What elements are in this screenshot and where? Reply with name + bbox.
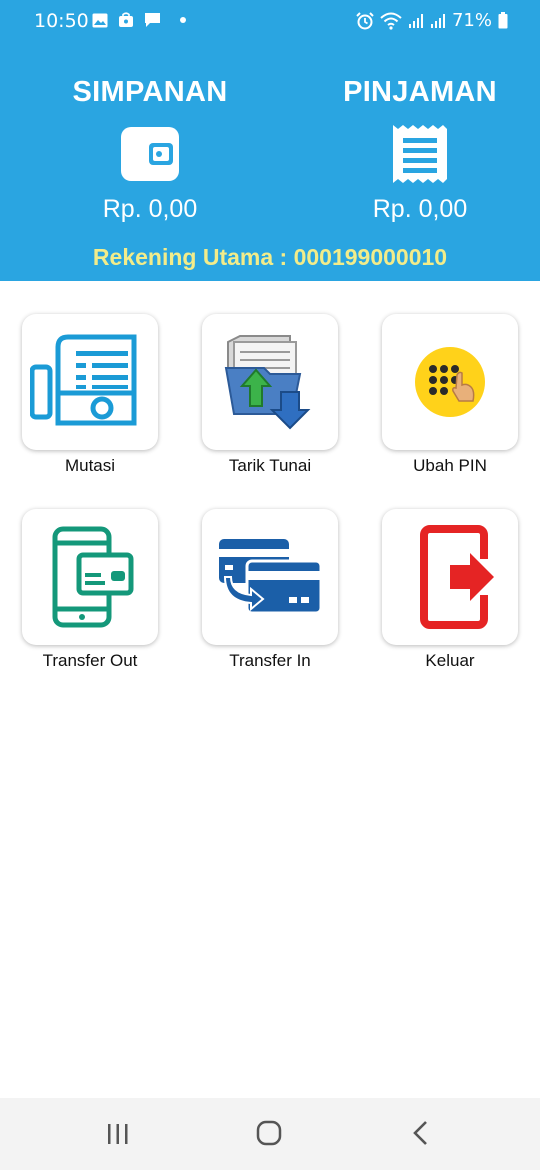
pinjaman-amount: Rp. 0,00	[372, 195, 468, 223]
ubah-pin-label: Ubah PIN	[413, 456, 487, 475]
mutasi-button[interactable]	[22, 314, 158, 450]
ubah-pin-button[interactable]	[382, 314, 518, 450]
transfer-out-label: Transfer Out	[42, 651, 138, 670]
keluar-label: Keluar	[425, 651, 475, 670]
rekening-utama: Rekening Utama : 000199000010	[92, 244, 448, 270]
dot-icon	[180, 17, 186, 23]
tarik-tunai-label: Tarik Tunai	[228, 456, 312, 475]
transfer-out-button[interactable]	[22, 509, 158, 645]
image-icon	[92, 13, 108, 27]
signal-icon	[408, 13, 423, 28]
navigation-bar	[0, 1098, 540, 1170]
mutasi-label: Mutasi	[64, 456, 116, 475]
statement-fax-icon	[30, 334, 137, 426]
message-icon	[145, 13, 160, 27]
wallet-icon	[121, 127, 179, 181]
wifi-icon	[380, 12, 402, 30]
back-icon[interactable]	[410, 1120, 432, 1146]
receipt-icon	[393, 125, 447, 183]
recent-apps-icon[interactable]	[106, 1122, 130, 1146]
keypad-icon	[415, 347, 485, 417]
transfer-in-label: Transfer In	[229, 651, 311, 670]
home-icon[interactable]	[256, 1120, 282, 1146]
status-bar: 10:50 71%	[0, 0, 540, 44]
cards-transfer-icon	[219, 539, 323, 615]
folder-transfer-icon	[224, 335, 311, 430]
battery-percent: 71%	[451, 10, 492, 31]
pinjaman-title: PINJAMAN	[343, 76, 497, 108]
battery-icon	[498, 12, 508, 29]
transfer-in-button[interactable]	[202, 509, 338, 645]
signal-icon	[430, 13, 445, 28]
keluar-button[interactable]	[382, 509, 518, 645]
simpanan-title: SIMPANAN	[72, 76, 228, 108]
alarm-icon	[356, 11, 374, 29]
pinjaman-section[interactable]: PINJAMAN Rp. 0,00	[320, 76, 520, 224]
simpanan-section[interactable]: SIMPANAN Rp. 0,00	[50, 76, 250, 224]
status-right: 71%	[356, 10, 508, 31]
simpanan-amount: Rp. 0,00	[102, 195, 198, 223]
status-notification-icons	[92, 12, 187, 28]
header: 10:50 71% SIMPANAN Rp. 0,00 PINJAMAN Rp.…	[0, 0, 540, 281]
status-time: 10:50	[34, 10, 89, 32]
exit-icon	[420, 525, 494, 629]
bag-icon	[119, 12, 133, 27]
phone-card-icon	[52, 526, 134, 628]
tarik-tunai-button[interactable]	[202, 314, 338, 450]
